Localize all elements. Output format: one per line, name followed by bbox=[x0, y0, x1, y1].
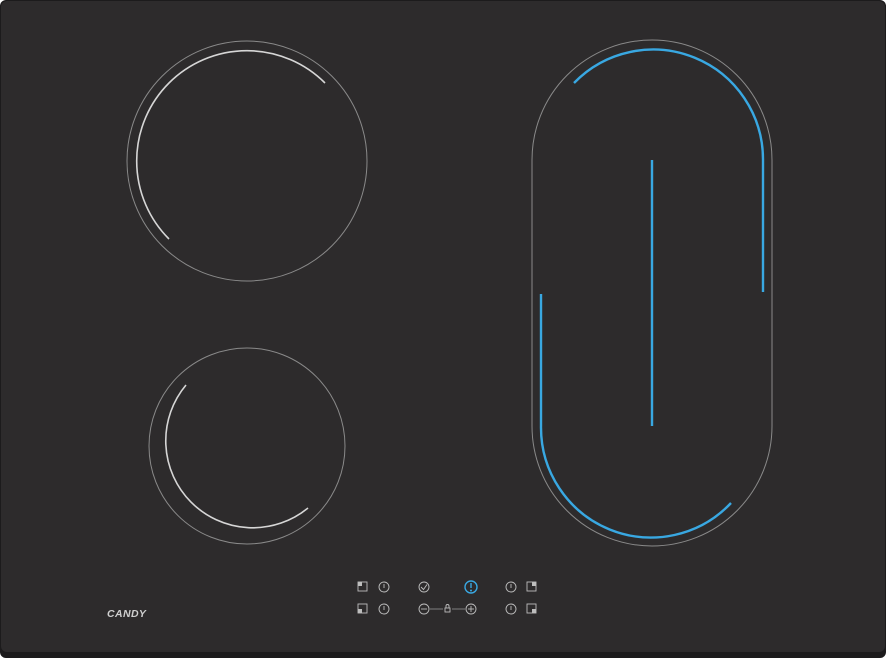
ceramic-hob: CANDY bbox=[0, 0, 886, 658]
hob-glass bbox=[1, 1, 885, 652]
brand-logo: CANDY bbox=[107, 608, 147, 620]
